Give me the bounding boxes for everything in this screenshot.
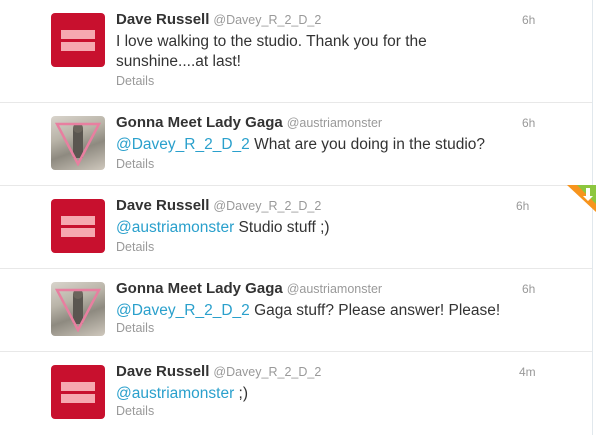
avatar[interactable] <box>51 199 105 253</box>
mention-link[interactable]: @Davey_R_2_D_2 <box>116 136 250 153</box>
author-name[interactable]: Dave Russell <box>116 197 209 214</box>
tweet-text: @austriamonster Studio stuff ;) <box>116 218 536 238</box>
author-handle[interactable]: @austriamonster <box>287 282 382 296</box>
tweet-item[interactable]: Dave Russell @Davey_R_2_D_2 6h @austriamo… <box>0 186 592 269</box>
details-link[interactable]: Details <box>116 240 154 254</box>
author-name[interactable]: Dave Russell <box>116 11 209 28</box>
author-handle[interactable]: @austriamonster <box>287 116 382 130</box>
tweet-author[interactable]: Dave Russell @Davey_R_2_D_2 <box>116 197 321 214</box>
details-link[interactable]: Details <box>116 157 154 171</box>
tweet-body: What are you doing in the studio? <box>249 136 486 153</box>
tweet-author[interactable]: Dave Russell @Davey_R_2_D_2 <box>116 11 321 28</box>
photo-icon <box>55 122 101 166</box>
tweet-timestamp[interactable]: 6h <box>522 13 535 27</box>
retweet-ribbon-icon <box>567 185 596 212</box>
details-link[interactable]: Details <box>116 74 154 88</box>
tweet-timestamp[interactable]: 6h <box>522 282 535 296</box>
avatar[interactable] <box>51 13 105 67</box>
equality-icon <box>61 30 95 39</box>
tweet-text: I love walking to the studio. Thank you … <box>116 32 536 72</box>
mention-link[interactable]: @Davey_R_2_D_2 <box>116 302 250 319</box>
author-handle[interactable]: @Davey_R_2_D_2 <box>213 365 321 379</box>
tweet-text-line2: sunshine....at last! <box>116 53 241 70</box>
tweet-author[interactable]: Gonna Meet Lady Gaga @austriamonster <box>116 280 382 297</box>
details-link[interactable]: Details <box>116 404 154 418</box>
tweet-item[interactable]: Dave Russell @Davey_R_2_D_2 4m @austriamo… <box>0 352 592 435</box>
avatar[interactable] <box>51 116 105 170</box>
tweet-body: Studio stuff ;) <box>234 219 330 236</box>
tweet-feed: Dave Russell @Davey_R_2_D_2 6h I love wal… <box>0 0 592 435</box>
tweet-text: @Davey_R_2_D_2 Gaga stuff? Please answer… <box>116 301 536 321</box>
author-handle[interactable]: @Davey_R_2_D_2 <box>213 13 321 27</box>
details-link[interactable]: Details <box>116 321 154 335</box>
feed-border <box>592 0 593 435</box>
tweet-author[interactable]: Dave Russell @Davey_R_2_D_2 <box>116 363 321 380</box>
tweet-text: @Davey_R_2_D_2 What are you doing in the… <box>116 135 536 155</box>
tweet-author[interactable]: Gonna Meet Lady Gaga @austriamonster <box>116 114 382 131</box>
mention-link[interactable]: @austriamonster <box>116 385 234 402</box>
author-handle[interactable]: @Davey_R_2_D_2 <box>213 199 321 213</box>
author-name[interactable]: Gonna Meet Lady Gaga <box>116 114 283 131</box>
tweet-timestamp[interactable]: 6h <box>516 199 529 213</box>
equality-icon <box>61 216 95 225</box>
tweet-item[interactable]: Gonna Meet Lady Gaga @austriamonster 6h @… <box>0 103 592 186</box>
tweet-timestamp[interactable]: 4m <box>519 365 536 379</box>
photo-icon <box>55 288 101 332</box>
mention-link[interactable]: @austriamonster <box>116 219 234 236</box>
tweet-item[interactable]: Gonna Meet Lady Gaga @austriamonster 6h @… <box>0 269 592 352</box>
tweet-text: @austriamonster ;) <box>116 384 536 404</box>
avatar[interactable] <box>51 282 105 336</box>
tweet-text-line1: I love walking to the studio. Thank you … <box>116 33 427 50</box>
tweet-body: ;) <box>234 385 249 402</box>
author-name[interactable]: Dave Russell <box>116 363 209 380</box>
avatar[interactable] <box>51 365 105 419</box>
equality-icon <box>61 382 95 391</box>
tweet-body: Gaga stuff? Please answer! Please! <box>249 302 501 319</box>
author-name[interactable]: Gonna Meet Lady Gaga <box>116 280 283 297</box>
tweet-timestamp[interactable]: 6h <box>522 116 535 130</box>
tweet-item[interactable]: Dave Russell @Davey_R_2_D_2 6h I love wal… <box>0 0 592 103</box>
